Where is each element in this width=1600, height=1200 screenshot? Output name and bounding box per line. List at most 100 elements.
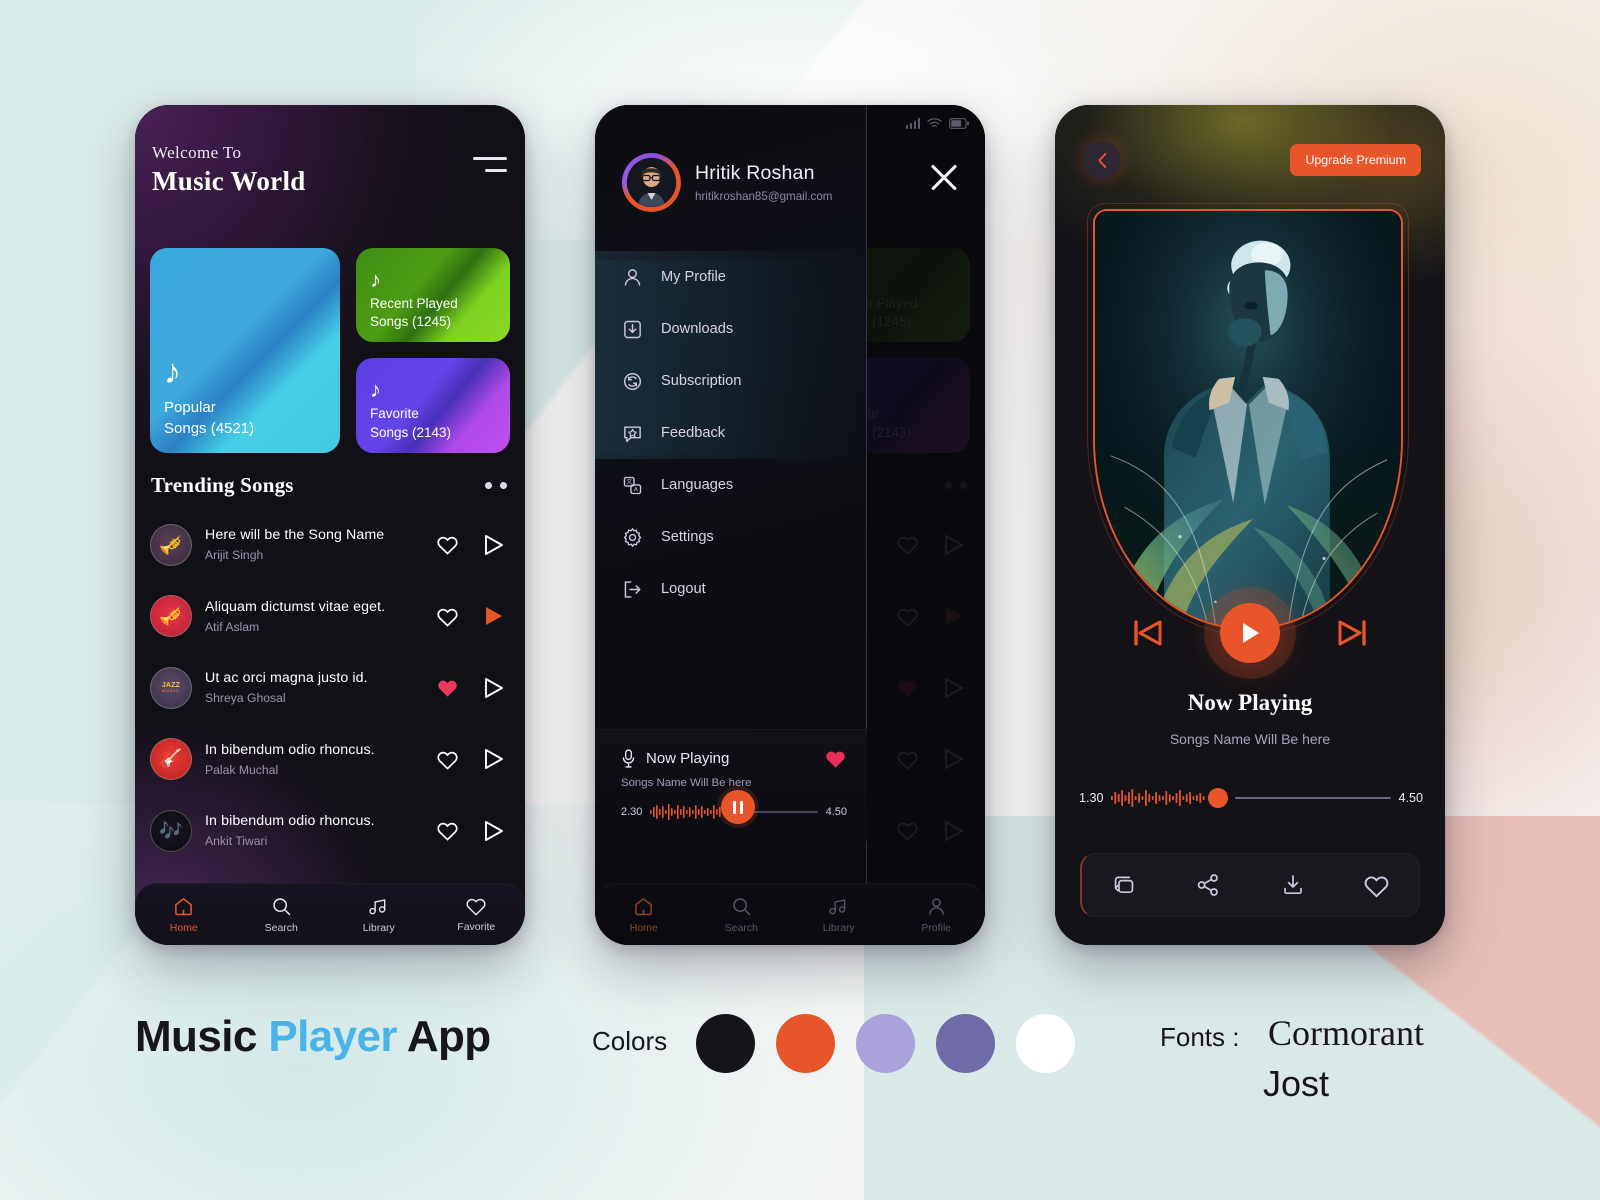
nav-item-home[interactable]: Home xyxy=(135,896,233,934)
album-thumbnail: 🎺 xyxy=(150,523,192,566)
color-swatch-light-purple xyxy=(856,1014,915,1073)
profile-header[interactable]: Hritik Roshan hritikroshan85@gmail.com xyxy=(622,153,832,212)
search-icon xyxy=(273,897,291,915)
heart-filled-icon[interactable] xyxy=(436,677,459,698)
heart-icon[interactable] xyxy=(436,606,459,627)
nav-item-favorite[interactable]: Favorite xyxy=(428,896,526,933)
player-seek-bar[interactable]: 1.30 4.50 xyxy=(1079,788,1423,808)
home-icon xyxy=(175,897,193,915)
album-art xyxy=(1087,203,1409,635)
home-icon xyxy=(635,897,653,915)
pause-button[interactable] xyxy=(721,790,755,824)
list-item[interactable]: 🎶 In bibendum odio rhoncus. Ankit Tiwari xyxy=(150,795,513,867)
color-swatch-purple xyxy=(936,1014,995,1073)
colors-label: Colors xyxy=(592,1026,668,1056)
bottom-navigation: Home Search Library Favorite xyxy=(135,883,525,945)
list-item[interactable]: 🎸 In bibendum odio rhoncus. Palak Muchal xyxy=(150,724,513,796)
heart-icon[interactable] xyxy=(436,534,459,556)
search-icon xyxy=(733,897,751,915)
nav-item-home[interactable]: Home xyxy=(595,896,693,934)
languages-icon: 文A xyxy=(623,476,642,494)
card-favorite-songs[interactable]: ♪ Favorite Songs (2143) xyxy=(356,358,510,453)
card-popular-songs[interactable]: ♪ Popular Songs (4521) xyxy=(150,248,340,453)
heart-filled-icon[interactable] xyxy=(824,748,847,769)
logout-icon xyxy=(624,580,641,598)
menu-item-my-profile[interactable]: My Profile xyxy=(595,251,867,303)
battery-icon xyxy=(949,117,969,129)
nav-label: Library xyxy=(822,921,855,934)
bottom-navigation: Home Search Library Profile xyxy=(595,883,985,945)
skip-previous-icon[interactable] xyxy=(1132,619,1164,647)
song-title: Aliquam dictumst vitae eget. xyxy=(205,598,386,615)
signal-bars-icon xyxy=(905,117,920,129)
feedback-star-icon xyxy=(624,425,641,442)
heart-icon[interactable] xyxy=(1335,873,1419,898)
repeat-icon[interactable] xyxy=(1082,872,1166,898)
nav-item-library[interactable]: Library xyxy=(330,896,428,934)
close-icon[interactable] xyxy=(929,163,959,193)
nav-label: Profile xyxy=(921,921,952,934)
play-icon xyxy=(1243,623,1259,643)
menu-item-settings[interactable]: Settings xyxy=(595,511,867,563)
page-title: Music World xyxy=(152,166,306,196)
nav-label: Home xyxy=(169,921,198,934)
menu-label: Subscription xyxy=(661,373,742,389)
phone-screen-player: Upgrade Premium Now Playing Songs Name W… xyxy=(1055,105,1445,945)
list-item[interactable]: JAZZ MUSIC Ut ac orci magna justo id. Shr… xyxy=(150,652,513,724)
song-artist: Arijit Singh xyxy=(205,548,264,563)
two-dots-icon[interactable] xyxy=(485,482,507,489)
share-icon[interactable] xyxy=(1166,872,1250,898)
menu-label: Settings xyxy=(661,529,714,545)
menu-label: Languages xyxy=(661,477,734,493)
play-icon-active[interactable] xyxy=(484,605,504,627)
play-icon[interactable] xyxy=(484,677,504,699)
back-button[interactable] xyxy=(1083,141,1121,179)
color-swatch-orange xyxy=(776,1014,835,1073)
status-bar xyxy=(905,117,969,129)
menu-item-feedback[interactable]: Feedback xyxy=(595,407,867,459)
now-playing-title: Now Playing xyxy=(646,750,730,767)
play-icon[interactable] xyxy=(484,748,504,770)
user-icon xyxy=(624,268,641,286)
album-thumbnail: 🎶 xyxy=(150,809,192,852)
time-total: 4.50 xyxy=(1398,791,1423,805)
time-current: 2.30 xyxy=(621,806,643,818)
nav-item-search[interactable]: Search xyxy=(693,896,791,934)
player-title: Now Playing xyxy=(1187,690,1313,715)
menu-item-downloads[interactable]: Downloads xyxy=(595,303,867,355)
card-label-line2: Songs (1245) xyxy=(370,314,452,329)
user-icon xyxy=(928,897,944,915)
download-icon[interactable] xyxy=(1251,872,1335,898)
card-label-line1: Recent Played xyxy=(370,295,458,311)
play-icon[interactable] xyxy=(484,534,504,556)
menu-item-subscription[interactable]: Subscription xyxy=(595,355,867,407)
card-label-line1: Favorite xyxy=(370,406,419,422)
trending-section-header: Trending Songs xyxy=(151,473,507,498)
hamburger-icon[interactable] xyxy=(473,143,507,172)
card-recent-played[interactable]: ♪ Recent Played Songs (1245) xyxy=(356,248,510,342)
footer-title: Music Player App xyxy=(135,1012,491,1062)
play-icon[interactable] xyxy=(484,820,504,842)
heart-icon[interactable] xyxy=(436,820,459,842)
song-title: Here will be the Song Name xyxy=(205,527,385,544)
chevron-left-icon xyxy=(1097,152,1106,168)
menu-item-languages[interactable]: 文A Languages xyxy=(595,459,867,511)
time-current: 1.30 xyxy=(1079,791,1104,805)
list-item[interactable]: 🎺 Here will be the Song Name Arijit Sing… xyxy=(150,509,513,581)
nav-item-profile[interactable]: Profile xyxy=(888,896,986,934)
section-title: Trending Songs xyxy=(151,473,294,497)
fonts-label: Fonts : xyxy=(1160,1022,1240,1052)
heart-icon[interactable] xyxy=(436,749,459,770)
play-button[interactable] xyxy=(1220,603,1280,663)
music-library-icon xyxy=(369,898,386,914)
nav-item-search[interactable]: Search xyxy=(233,896,331,934)
footer-title-part1: Music xyxy=(135,1012,269,1061)
menu-label: Feedback xyxy=(661,425,726,441)
nav-label: Search xyxy=(724,921,758,934)
nav-item-library[interactable]: Library xyxy=(790,896,888,934)
menu-item-logout[interactable]: Logout xyxy=(595,563,867,615)
list-item[interactable]: 🎺 Aliquam dictumst vitae eget. Atif Asla… xyxy=(150,581,513,653)
upgrade-premium-button[interactable]: Upgrade Premium xyxy=(1290,144,1421,176)
skip-next-icon[interactable] xyxy=(1336,619,1368,647)
seek-knob[interactable] xyxy=(1207,788,1228,808)
